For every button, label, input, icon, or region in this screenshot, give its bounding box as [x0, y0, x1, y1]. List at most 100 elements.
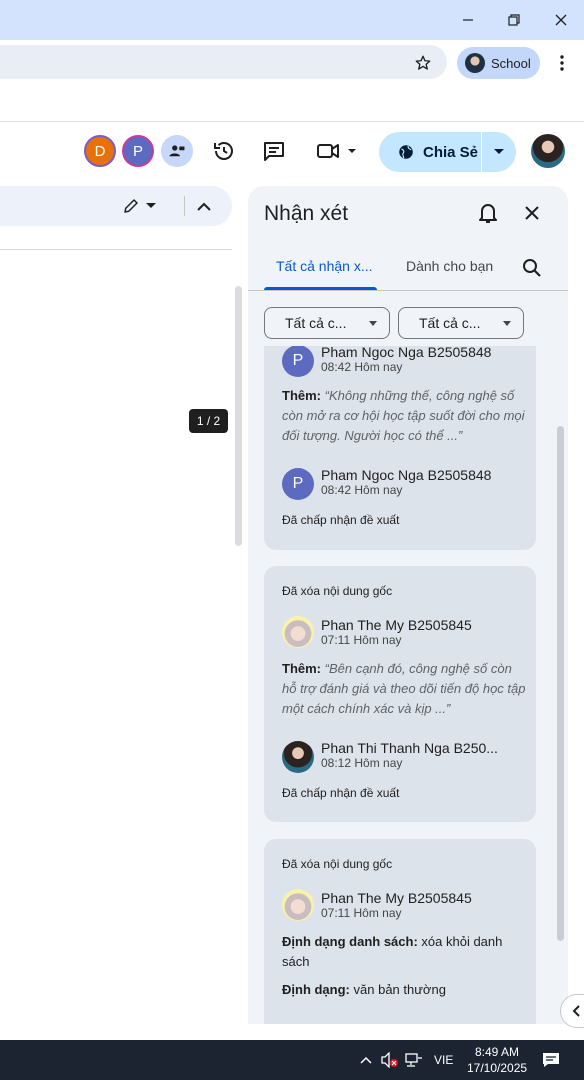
profile-label: School	[491, 55, 531, 71]
comment-time: 07:11 Hôm nay	[321, 633, 402, 647]
comment-author: Phan The My B2505845	[321, 890, 472, 906]
pencil-icon	[124, 199, 138, 213]
notification-bell-icon[interactable]	[476, 201, 500, 225]
chevron-up-icon[interactable]	[356, 1050, 376, 1070]
caret-down-icon	[503, 321, 511, 326]
editing-mode-button[interactable]	[122, 196, 162, 216]
clock-date: 17/10/2025	[467, 1061, 528, 1075]
profile-avatar	[465, 53, 485, 73]
status-text: Đã chấp nhận đề xuất	[282, 786, 400, 800]
bookmark-bar	[0, 86, 584, 121]
restore-icon	[508, 14, 520, 26]
filter-status-dropdown[interactable]: Tất cả c...	[398, 307, 524, 339]
collaborator-avatar[interactable]: D	[84, 135, 116, 167]
suggestion-text: Thêm: “Bên cạnh đó, công nghệ số còn hỗ …	[282, 659, 526, 719]
avatar: P	[282, 346, 314, 377]
suggestion-text: Thêm: “Không những thế, công nghệ số còn…	[282, 386, 526, 446]
collaborator-avatar[interactable]: P	[122, 135, 154, 167]
doc-scrollbar[interactable]	[235, 286, 242, 546]
browser-toolbar: School	[0, 40, 584, 86]
share-main-button[interactable]: Chia Sẻ	[379, 132, 481, 172]
comment-card[interactable]: P Pham Ngoc Nga B2505848 08:42 Hôm nay T…	[264, 346, 536, 550]
search-icon[interactable]	[520, 256, 544, 280]
panel-scrollbar[interactable]	[557, 426, 564, 941]
avatar	[282, 616, 314, 648]
comment-card[interactable]: Đã xóa nội dung gốc Phan The My B2505845…	[264, 839, 536, 1024]
avatar	[282, 741, 314, 773]
minimize-icon	[463, 19, 473, 21]
comment-list: P Pham Ngoc Nga B2505848 08:42 Hôm nay T…	[248, 346, 568, 1024]
version-history-icon[interactable]	[210, 137, 238, 165]
profile-chip[interactable]: School	[457, 47, 540, 79]
comments-panel: Nhận xét Tất cả nhận x... Dành cho bạn T…	[248, 186, 568, 1024]
panel-title: Nhận xét	[264, 202, 349, 225]
filter-label: Tất cả c...	[419, 315, 481, 331]
collaborator-initial: D	[94, 142, 106, 160]
deleted-content-note: Đã xóa nội dung gốc	[282, 584, 393, 598]
comment-time: 07:11 Hôm nay	[321, 906, 402, 920]
comment-card[interactable]: Đã xóa nội dung gốc Phan The My B2505845…	[264, 566, 536, 822]
comment-author: Pham Ngoc Nga B2505848	[321, 346, 492, 360]
notifications-icon[interactable]	[541, 1050, 561, 1070]
caret-down-icon	[146, 203, 156, 208]
clock-time: 8:49 AM	[474, 1045, 520, 1059]
format-change-label: Định dạng:	[282, 982, 350, 997]
globe-icon	[399, 145, 413, 159]
tab-for-you[interactable]: Dành cho bạn	[406, 258, 493, 274]
doc-toolbar	[0, 186, 232, 226]
docs-header: D P Chia Sẻ	[0, 122, 584, 180]
share-label: Chia Sẻ	[423, 143, 479, 161]
suggestion-label: Thêm:	[282, 661, 321, 676]
share-button[interactable]: Chia Sẻ	[379, 132, 516, 172]
browser-menu-icon[interactable]	[552, 52, 572, 74]
chevron-left-icon	[572, 1005, 580, 1017]
close-panel-icon[interactable]	[520, 201, 544, 225]
address-bar[interactable]	[0, 45, 447, 79]
deleted-content-note: Đã xóa nội dung gốc	[282, 857, 393, 871]
bookmark-star-icon[interactable]	[411, 52, 435, 74]
avatar-initial: P	[292, 475, 304, 492]
close-icon	[555, 14, 567, 26]
browser-titlebar	[0, 0, 584, 40]
collaborator-initial: P	[132, 142, 143, 160]
share-dropdown-button[interactable]	[482, 132, 516, 172]
reply-time: 08:42 Hôm nay	[321, 483, 403, 497]
minimize-button[interactable]	[445, 0, 491, 40]
tab-all-comments[interactable]: Tất cả nhận x...	[276, 258, 373, 274]
language-indicator[interactable]: VIE	[434, 1053, 453, 1067]
format-change-label: Định dạng danh sách:	[282, 934, 418, 949]
network-icon[interactable]	[404, 1050, 424, 1070]
reply-author: Pham Ngoc Nga B2505848	[321, 467, 492, 483]
close-window-button[interactable]	[538, 0, 584, 40]
avatar: P	[282, 468, 314, 500]
volume-muted-icon[interactable]	[380, 1050, 400, 1070]
account-avatar[interactable]	[531, 134, 565, 168]
caret-down-icon	[369, 321, 377, 326]
collapse-toolbar-button[interactable]	[194, 196, 214, 216]
tab-divider	[248, 290, 568, 291]
taskbar: VIE 8:49 AM 17/10/2025	[0, 1040, 584, 1080]
reply-author: Phan Thi Thanh Nga B250...	[321, 740, 498, 756]
comment-time: 08:42 Hôm nay	[321, 360, 403, 374]
ruler-line	[0, 249, 232, 250]
format-change-text: Định dạng danh sách: xóa khỏi danh sách	[282, 932, 526, 972]
restore-button[interactable]	[491, 0, 537, 40]
toolbar-divider	[184, 196, 185, 216]
meet-video-icon[interactable]	[314, 137, 360, 165]
caret-down-icon	[494, 149, 504, 154]
filter-label: Tất cả c...	[285, 315, 347, 331]
comment-author: Phan The My B2505845	[321, 617, 472, 633]
comments-icon[interactable]	[260, 137, 288, 165]
reply-time: 08:12 Hôm nay	[321, 756, 403, 770]
more-collaborators-icon[interactable]	[161, 135, 193, 167]
page-indicator: 1 / 2	[189, 409, 228, 433]
format-change-text: Định dạng: văn bản thường	[282, 980, 526, 1000]
format-change-value: văn bản thường	[353, 982, 446, 997]
filter-type-dropdown[interactable]: Tất cả c...	[264, 307, 390, 339]
avatar	[282, 889, 314, 921]
status-text: Đã chấp nhận đề xuất	[282, 513, 400, 527]
avatar-initial: P	[292, 352, 304, 369]
suggestion-label: Thêm:	[282, 388, 321, 403]
clock[interactable]: 8:49 AM 17/10/2025	[467, 1044, 527, 1076]
chevron-up-icon	[197, 202, 211, 211]
